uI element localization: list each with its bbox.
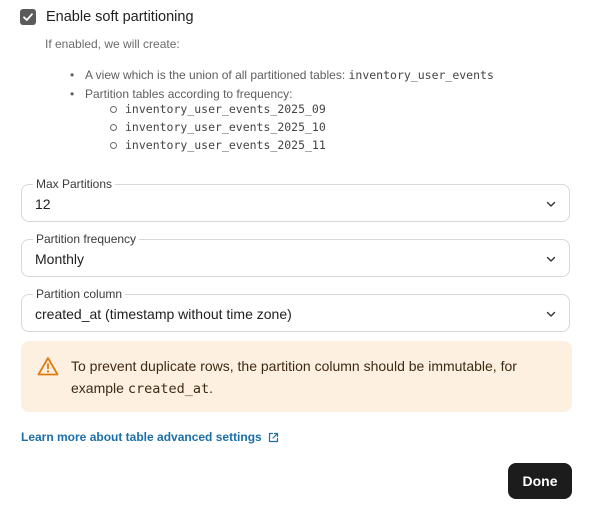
partition-table-item: inventory_user_events_2025_09 — [110, 100, 326, 118]
warning-period: . — [209, 380, 213, 396]
max-partitions-select[interactable]: Max Partitions 12 — [21, 176, 570, 222]
chevron-down-icon — [546, 311, 556, 317]
max-partitions-value: 12 — [35, 196, 51, 212]
partition-frequency-select[interactable]: Partition frequency Monthly — [21, 231, 570, 277]
immutability-warning: To prevent duplicate rows, the partition… — [21, 341, 572, 412]
soft-partitioning-checkbox[interactable] — [20, 9, 36, 25]
partitions-description: Partition tables according to frequency: — [85, 87, 293, 101]
max-partitions-label: Max Partitions — [33, 176, 116, 192]
partition-column-value: created_at (timestamp without time zone) — [35, 306, 292, 322]
soft-partitioning-toggle[interactable]: Enable soft partitioning — [20, 9, 194, 25]
done-button[interactable]: Done — [508, 463, 572, 499]
learn-more-link[interactable]: Learn more about table advanced settings — [21, 430, 279, 444]
partition-frequency-value: Monthly — [35, 251, 85, 267]
partition-column-label: Partition column — [33, 286, 126, 302]
external-link-icon — [268, 432, 278, 442]
creation-list: A view which is the union of all partiti… — [70, 66, 494, 152]
partition-table-item: inventory_user_events_2025_11 — [110, 136, 326, 154]
partition-frequency-label: Partition frequency — [33, 231, 140, 247]
partition-table-item: inventory_user_events_2025_10 — [110, 118, 326, 136]
warning-code: created_at — [127, 381, 210, 397]
view-name: inventory_user_events — [348, 68, 494, 82]
warning-text: To prevent duplicate rows, the partition… — [71, 355, 551, 400]
soft-partitioning-label: Enable soft partitioning — [46, 9, 194, 25]
help-text: If enabled, we will create: — [45, 37, 180, 51]
view-description: A view which is the union of all partiti… — [85, 68, 349, 82]
warning-icon — [37, 357, 59, 376]
checkmark-icon — [23, 13, 33, 21]
list-item-view: A view which is the union of all partiti… — [70, 66, 494, 85]
chevron-down-icon — [546, 256, 556, 262]
chevron-down-icon — [546, 201, 556, 207]
partition-column-select[interactable]: Partition column created_at (timestamp w… — [21, 286, 570, 332]
partition-table-list: inventory_user_events_2025_09 inventory_… — [110, 100, 326, 154]
learn-more-label: Learn more about table advanced settings — [21, 430, 262, 444]
